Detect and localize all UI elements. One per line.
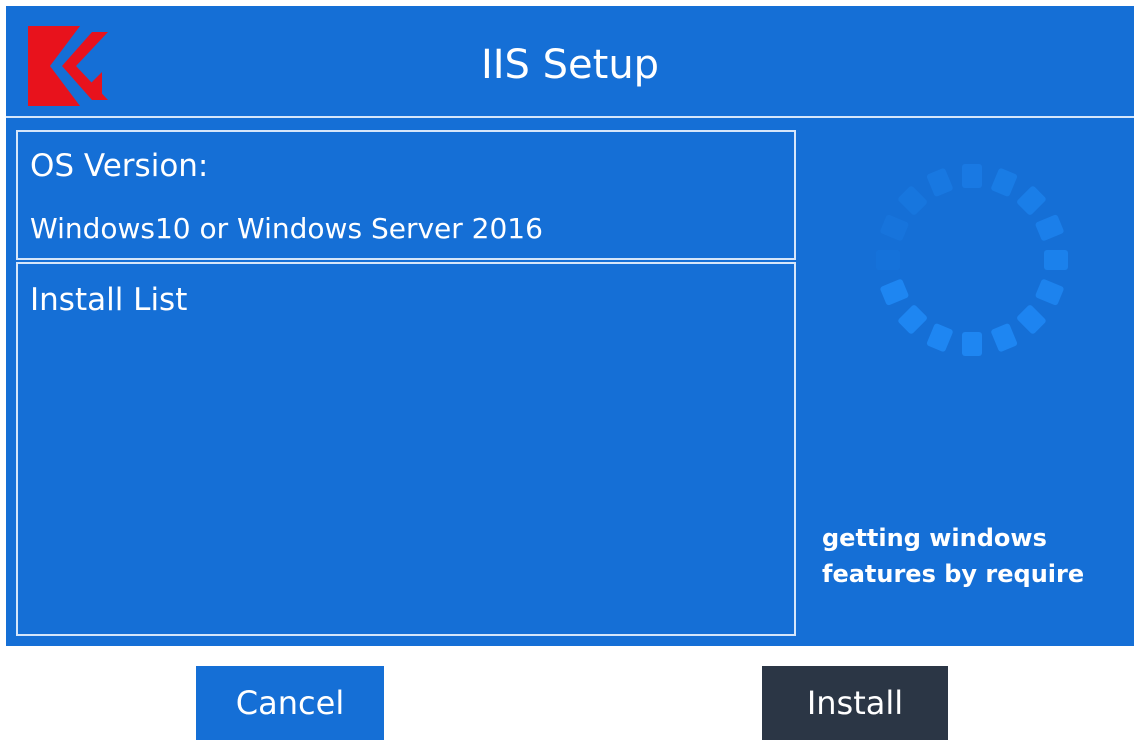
- spinner-segment: [926, 323, 953, 352]
- spinner-segment: [876, 250, 900, 270]
- spinner-segment: [898, 186, 927, 215]
- spinner-segment: [991, 323, 1018, 352]
- spinner-segment: [962, 332, 982, 356]
- status-line-2: features by require: [822, 560, 1085, 588]
- spinner-segment: [880, 214, 909, 241]
- window-title: IIS Setup: [480, 42, 660, 88]
- install-list-label: Install List: [30, 282, 188, 318]
- loading-spinner-icon: [876, 164, 1068, 356]
- spinner-segment: [1035, 279, 1064, 306]
- status-line-1: getting windows: [822, 524, 1047, 552]
- iis-setup-window: IIS Setup OS Version: Windows10 or Windo…: [0, 0, 1134, 753]
- spinner-segment: [1017, 186, 1046, 215]
- spinner-segment: [898, 305, 927, 334]
- spinner-segment: [1035, 214, 1064, 241]
- cancel-button[interactable]: Cancel: [196, 666, 384, 740]
- spinner-segment: [991, 168, 1018, 197]
- os-version-panel: OS Version: Windows10 or Windows Server …: [16, 130, 796, 260]
- os-version-value: Windows10 or Windows Server 2016: [30, 212, 543, 245]
- os-version-label: OS Version:: [30, 148, 209, 184]
- spinner-segment: [1017, 305, 1046, 334]
- install-button[interactable]: Install: [762, 666, 948, 740]
- spinner-segment: [1044, 250, 1068, 270]
- header-bar: IIS Setup: [6, 6, 1134, 118]
- spinner-segment: [880, 279, 909, 306]
- spinner-segment: [926, 168, 953, 197]
- status-message: getting windows features by require: [822, 520, 1122, 592]
- install-list-panel: Install List: [16, 262, 796, 636]
- spinner-segment: [962, 164, 982, 188]
